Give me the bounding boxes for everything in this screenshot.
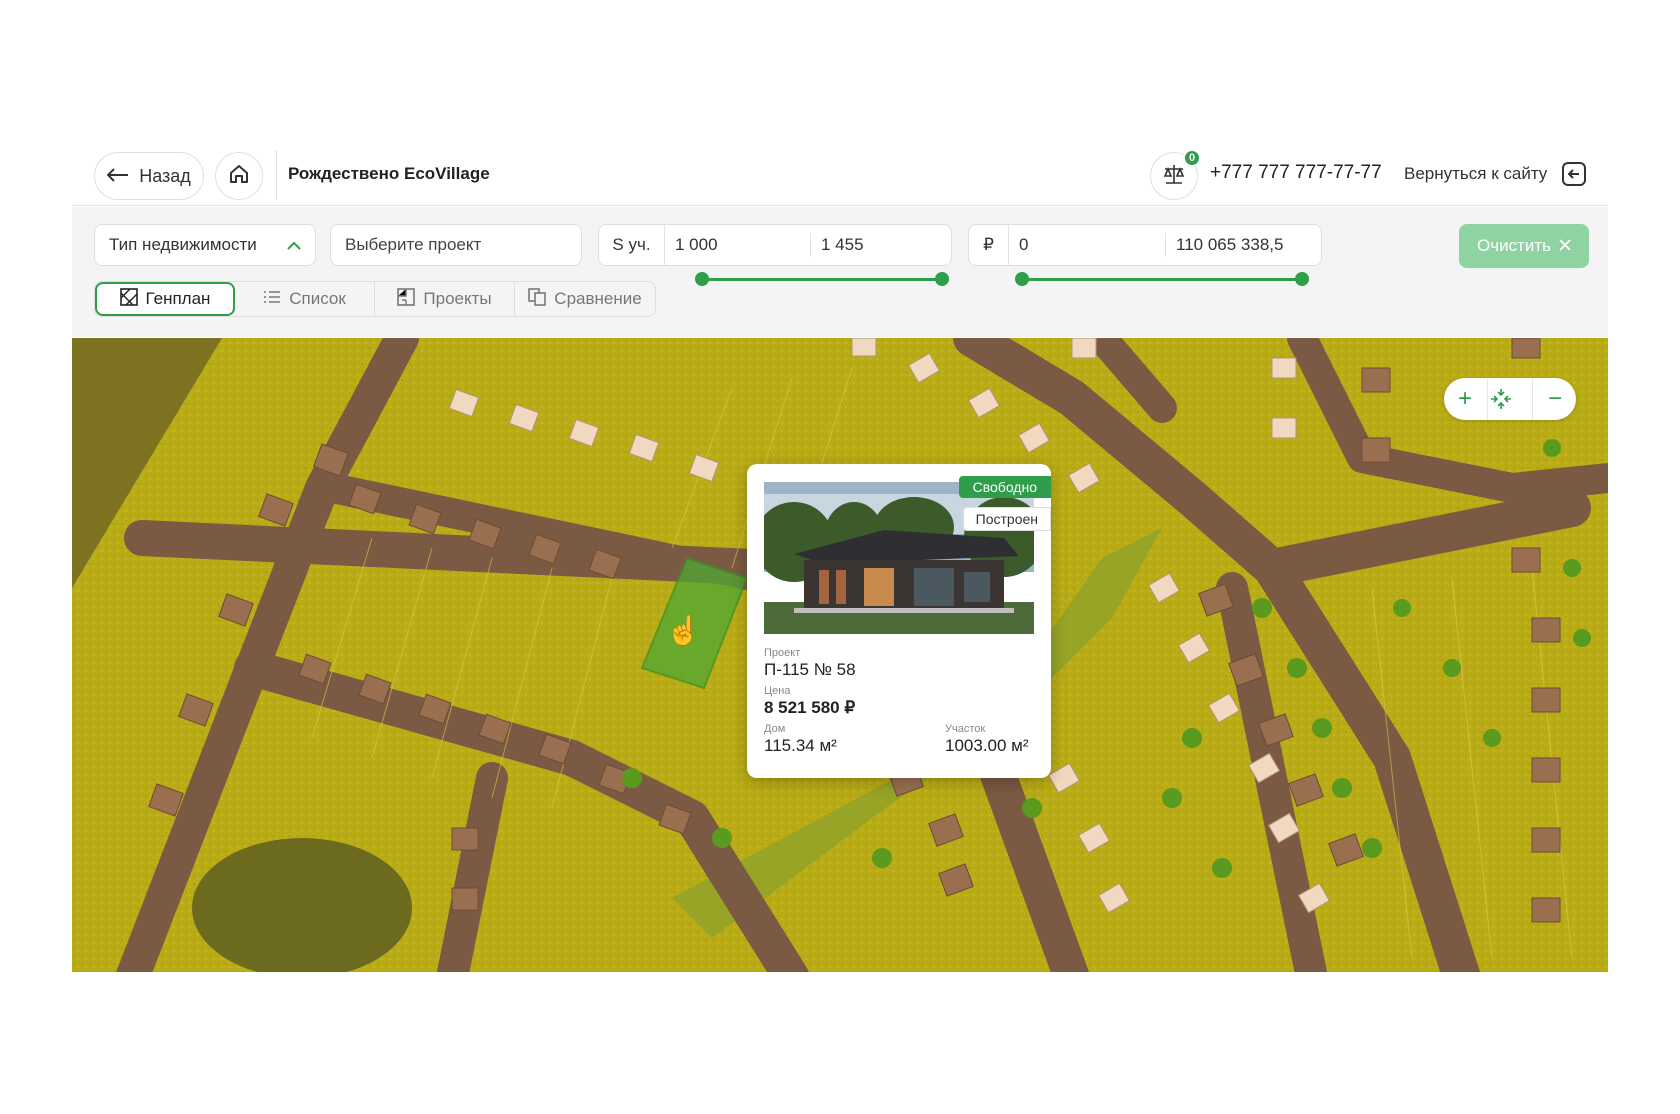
plot-area-value: 1003.00 м² <box>945 736 1029 755</box>
area-slider-track <box>695 272 949 286</box>
property-type-label: Тип недвижимости <box>109 235 257 254</box>
list-icon <box>263 289 281 309</box>
tab-label: Проекты <box>423 289 492 308</box>
zoom-controls: + − <box>1444 378 1576 420</box>
area-range-filter: S уч. 1 000 1 455 <box>598 224 952 266</box>
house-area-label: Дом <box>764 723 786 735</box>
area-min-input[interactable]: 1 000 <box>665 225 810 265</box>
filter-panel: Тип недвижимости Выберите проект S уч. 1… <box>72 207 1608 337</box>
chevron-up-icon <box>287 235 301 255</box>
scales-icon <box>1162 163 1186 190</box>
app: Назад Рождествено EcoVillage 0 +777 777 … <box>72 142 1608 972</box>
exit-icon[interactable] <box>1560 160 1588 188</box>
price-max-input[interactable]: 110 065 338,5 <box>1166 225 1293 265</box>
price-label: Цена <box>764 685 791 697</box>
clear-filters-label: Очистить <box>1476 236 1551 255</box>
tab-label: Сравнение <box>554 289 642 308</box>
area-max-input[interactable]: 1 455 <box>811 225 874 265</box>
view-tabs: Генплан Список Проекты Сравнение <box>94 281 656 317</box>
zoom-divider <box>1532 378 1533 420</box>
price-value: 8 521 580 ₽ <box>764 698 856 717</box>
area-range-label: S уч. <box>599 225 665 265</box>
plot-popup-card[interactable]: Свободно Построен Проект П-115 № 58 Цена… <box>747 464 1051 778</box>
zoom-divider <box>1487 378 1488 420</box>
plot-area-label: Участок <box>945 723 986 735</box>
area-slider-max-handle[interactable] <box>935 272 949 286</box>
zoom-out-button[interactable]: − <box>1535 378 1575 420</box>
project-label: Проект <box>764 647 801 659</box>
compare-button[interactable]: 0 <box>1150 149 1201 200</box>
close-icon <box>1559 236 1571 256</box>
page-title: Рождествено EcoVillage <box>288 164 490 183</box>
phone-link[interactable]: +777 777 777-77-77 <box>1210 162 1382 184</box>
back-label: Назад <box>139 165 191 186</box>
price-min-input[interactable]: 0 <box>1009 225 1165 265</box>
home-button[interactable] <box>215 152 263 200</box>
tab-compare[interactable]: Сравнение <box>515 282 655 316</box>
price-slider-track <box>1015 272 1309 286</box>
zoom-in-button[interactable]: + <box>1445 378 1485 420</box>
area-slider-min-handle[interactable] <box>695 272 709 286</box>
clear-filters-button[interactable]: Очистить <box>1459 224 1589 268</box>
tab-label: Генплан <box>145 289 211 308</box>
site-plan-map[interactable]: ☝ + − Свободно Построен Проект П-115 № 5… <box>72 338 1608 972</box>
compare-icon <box>528 287 547 311</box>
tab-label: Список <box>289 289 346 308</box>
price-slider-min-handle[interactable] <box>1015 272 1029 286</box>
project-value: П-115 № 58 <box>764 660 856 679</box>
return-to-site-link[interactable]: Вернуться к сайту <box>1404 164 1547 184</box>
compare-count-badge: 0 <box>1183 149 1201 167</box>
hand-cursor-icon: ☝ <box>666 615 701 646</box>
home-icon <box>228 163 250 190</box>
house-photo <box>764 482 1034 634</box>
property-type-select[interactable]: Тип недвижимости <box>94 224 316 266</box>
tab-projects[interactable]: Проекты <box>375 282 515 316</box>
arrow-left-icon <box>106 166 129 187</box>
house-area-value: 115.34 м² <box>764 736 837 755</box>
top-bar: Назад Рождествено EcoVillage 0 +777 777 … <box>72 142 1608 206</box>
project-select[interactable]: Выберите проект <box>330 224 582 266</box>
status-badge: Свободно <box>958 476 1051 498</box>
tab-list[interactable]: Список <box>235 282 375 316</box>
price-slider-max-handle[interactable] <box>1295 272 1309 286</box>
header-divider <box>276 150 277 200</box>
tab-genplan[interactable]: Генплан <box>95 282 235 316</box>
reset-view-icon[interactable] <box>1490 388 1530 410</box>
masterplan-icon <box>119 287 138 311</box>
project-select-placeholder: Выберите проект <box>345 235 482 254</box>
price-range-label: ₽ <box>969 225 1009 265</box>
blueprint-icon <box>397 287 416 311</box>
back-button[interactable]: Назад <box>94 152 204 200</box>
build-stage-badge: Построен <box>962 507 1051 531</box>
price-range-filter: ₽ 0 110 065 338,5 <box>968 224 1322 266</box>
